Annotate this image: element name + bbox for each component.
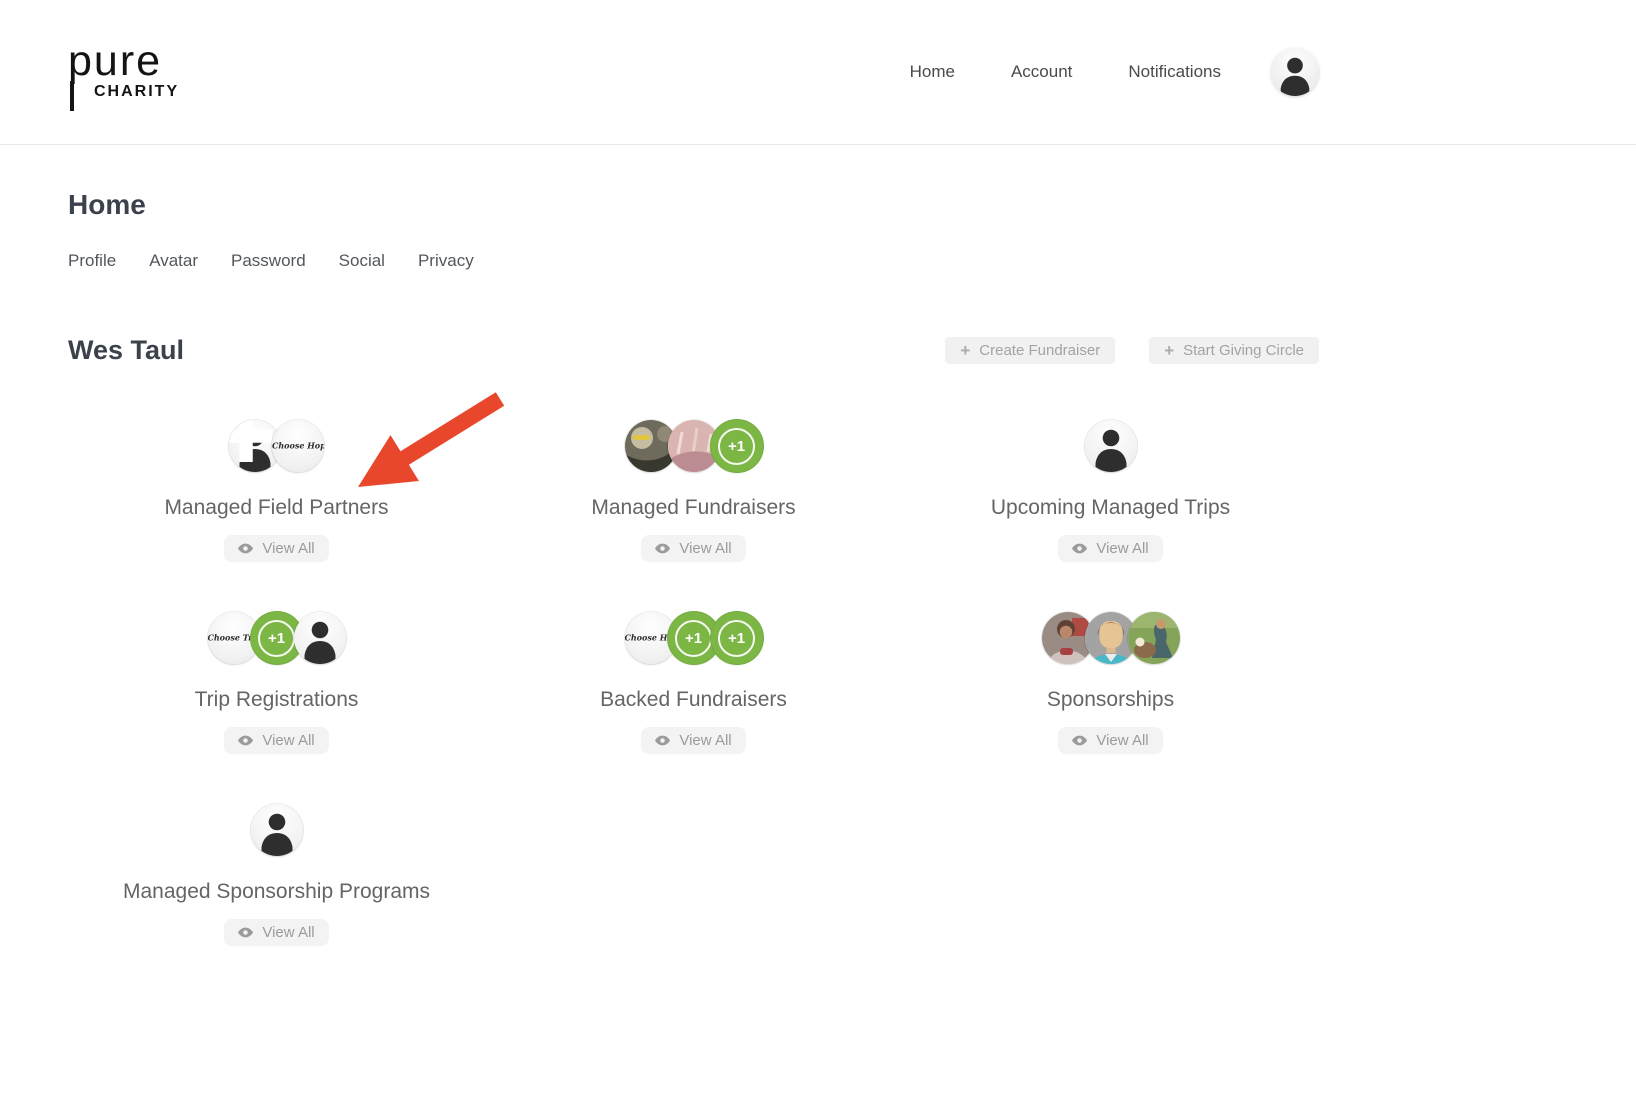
logo-stem-decoration [70,81,74,111]
section-trip-registrations: Choose Trip +1 Trip Registrations [68,612,485,804]
eye-icon [655,543,670,554]
eye-icon [1072,543,1087,554]
owner-row: Wes Taul + Create Fundraiser + Start Giv… [68,335,1319,366]
person-silhouette-icon [1085,420,1137,472]
owner-name: Wes Taul [68,335,184,366]
default-avatar-icon[interactable] [1085,420,1137,472]
section-label: Trip Registrations [68,688,485,712]
choose-hope-logo-icon[interactable]: Choose Hope [272,420,324,472]
section-label: Managed Sponsorship Programs [68,880,485,904]
plus-badge-icon [229,420,272,462]
tab-profile[interactable]: Profile [68,251,116,271]
section-managed-sponsorship-programs: Managed Sponsorship Programs View All [68,804,485,996]
sponsored-child-photo-icon[interactable] [1128,612,1180,664]
plus-one-badge-icon[interactable]: +1 [711,612,763,664]
create-fundraiser-label: Create Fundraiser [979,342,1100,359]
pure-charity-logo[interactable]: pure CHARITY [68,43,208,101]
sponsorship-programs-icons [68,804,485,856]
eye-icon [238,927,253,938]
section-label: Sponsorships [902,688,1319,712]
view-all-sponsorships-button[interactable]: View All [1058,727,1162,754]
eye-icon [1072,735,1087,746]
logo-text-charity: CHARITY [94,83,208,101]
nav-item-account[interactable]: Account [1011,62,1072,82]
nav-item-home[interactable]: Home [910,62,955,82]
section-label: Backed Fundraisers [485,688,902,712]
backed-fundraisers-icons: Choose Hope +1 +1 [485,612,902,664]
view-all-trip-registrations-button[interactable]: View All [224,727,328,754]
view-all-backed-fundraisers-button[interactable]: View All [641,727,745,754]
view-all-fundraisers-button[interactable]: View All [641,535,745,562]
tab-avatar[interactable]: Avatar [149,251,198,271]
eye-icon [655,735,670,746]
main-content: Home Profile Avatar Password Social Priv… [68,189,1319,996]
field-partners-icons: Choose Hope [68,420,485,472]
section-label: Upcoming Managed Trips [902,496,1319,520]
dashboard-grid: Choose Hope Managed Field Partners View … [68,420,1319,996]
section-label: Managed Field Partners [68,496,485,520]
trips-icons [902,420,1319,472]
owner-actions: + Create Fundraiser + Start Giving Circl… [945,337,1319,364]
child-with-dog-photo [1128,612,1180,664]
person-silhouette-icon [251,804,303,856]
plus-icon: + [1164,342,1174,359]
section-backed-fundraisers: Choose Hope +1 +1 Backed Fundraisers Vie… [485,612,902,804]
section-managed-fundraisers: +1 Managed Fundraisers View All [485,420,902,612]
settings-tabs: Profile Avatar Password Social Privacy [68,251,1319,271]
start-giving-circle-label: Start Giving Circle [1183,342,1304,359]
section-label: Managed Fundraisers [485,496,902,520]
page-title: Home [68,189,1319,221]
section-upcoming-managed-trips: Upcoming Managed Trips View All [902,420,1319,612]
user-avatar[interactable] [1271,48,1319,96]
plus-icon: + [960,342,970,359]
view-all-trips-button[interactable]: View All [1058,535,1162,562]
logo-text-pure: pure [68,43,208,80]
tab-privacy[interactable]: Privacy [418,251,474,271]
person-silhouette-icon [294,612,346,664]
plus-one-badge-icon[interactable]: +1 [711,420,763,472]
view-all-field-partners-button[interactable]: View All [224,535,328,562]
tab-password[interactable]: Password [231,251,306,271]
default-avatar-icon[interactable] [251,804,303,856]
main-nav: Home Account Notifications [910,48,1319,96]
section-sponsorships: Sponsorships View All [902,612,1319,804]
trip-registrations-icons: Choose Trip +1 [68,612,485,664]
view-all-sponsorship-programs-button[interactable]: View All [224,919,328,946]
fundraisers-icons: +1 [485,420,902,472]
eye-icon [238,735,253,746]
tab-social[interactable]: Social [339,251,385,271]
eye-icon [238,543,253,554]
sponsorships-icons [902,612,1319,664]
default-avatar-icon[interactable] [294,612,346,664]
top-header: pure CHARITY Home Account Notifications [0,0,1636,145]
start-giving-circle-button[interactable]: + Start Giving Circle [1149,337,1319,364]
section-managed-field-partners: Choose Hope Managed Field Partners View … [68,420,485,612]
create-fundraiser-button[interactable]: + Create Fundraiser [945,337,1115,364]
person-silhouette-icon [1271,48,1319,96]
nav-item-notifications[interactable]: Notifications [1128,62,1221,82]
